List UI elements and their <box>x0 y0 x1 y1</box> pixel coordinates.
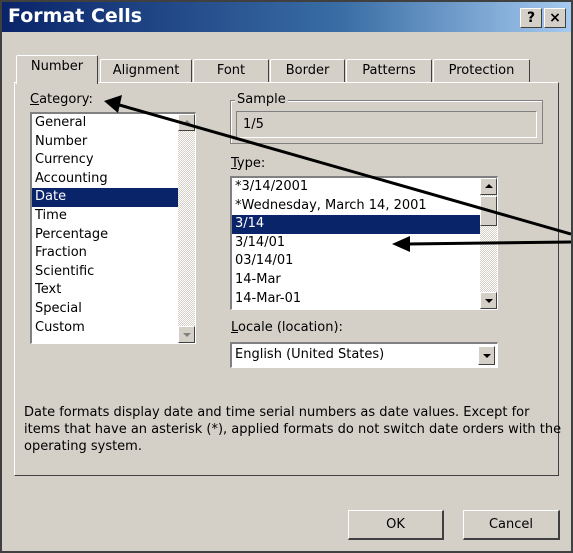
list-item[interactable]: 03/14/01 <box>232 252 497 271</box>
category-label: Category: <box>30 92 93 107</box>
type-listbox[interactable]: *3/14/2001 *Wednesday, March 14, 2001 3/14… <box>230 176 498 310</box>
chevron-down-icon <box>483 354 491 358</box>
scroll-up-button[interactable] <box>480 178 497 195</box>
title-bar[interactable]: Format Cells ? × <box>2 2 571 32</box>
close-button[interactable]: × <box>544 8 566 28</box>
list-item[interactable]: *Wednesday, March 14, 2001 <box>232 197 497 216</box>
list-item[interactable]: *3/14/2001 <box>232 178 497 197</box>
help-button[interactable]: ? <box>520 8 542 28</box>
list-item[interactable]: Accounting <box>32 170 195 189</box>
list-item[interactable]: Date <box>32 188 195 207</box>
chevron-down-icon <box>485 299 493 303</box>
scroll-down-button[interactable] <box>480 292 497 309</box>
scroll-up-button[interactable] <box>178 114 195 131</box>
tab-border[interactable]: Border <box>270 59 345 83</box>
list-item[interactable]: Currency <box>32 151 195 170</box>
cancel-button[interactable]: Cancel <box>463 510 560 540</box>
tab-alignment[interactable]: Alignment <box>100 59 192 83</box>
list-item[interactable]: General <box>32 114 195 133</box>
list-item[interactable]: 14-Mar-01 <box>232 290 497 309</box>
tab-font[interactable]: Font <box>193 59 269 83</box>
chevron-up-icon <box>183 120 191 124</box>
locale-value: English (United States) <box>235 347 385 362</box>
type-scrollbar[interactable] <box>480 178 497 309</box>
list-item[interactable]: 3/14 <box>232 215 497 234</box>
sample-label: Sample <box>235 92 288 107</box>
type-list: *3/14/2001 *Wednesday, March 14, 2001 3/14… <box>232 178 497 308</box>
list-item[interactable]: Scientific <box>32 263 195 282</box>
chevron-down-icon <box>183 333 191 337</box>
list-item[interactable]: Fraction <box>32 244 195 263</box>
list-item[interactable]: Special <box>32 300 195 319</box>
window-title: Format Cells <box>8 5 143 27</box>
dropdown-button[interactable] <box>478 346 495 365</box>
locale-label: Locale (location): <box>231 320 343 335</box>
format-description: Date formats display date and time seria… <box>24 405 562 454</box>
list-item[interactable]: Percentage <box>32 226 195 245</box>
tab-patterns[interactable]: Patterns <box>346 59 432 83</box>
list-item[interactable]: 14-Mar <box>232 271 497 290</box>
category-scrollbar[interactable] <box>178 114 195 343</box>
format-cells-dialog: Format Cells ? × Number Alignment Font B… <box>0 0 573 553</box>
list-item[interactable]: Text <box>32 281 195 300</box>
tab-number[interactable]: Number <box>16 55 98 84</box>
list-item[interactable]: Number <box>32 133 195 152</box>
list-item[interactable]: 3/14/01 <box>232 234 497 253</box>
ok-button[interactable]: OK <box>348 510 444 540</box>
locale-dropdown[interactable]: English (United States) <box>230 342 498 368</box>
category-listbox[interactable]: General Number Currency Accounting Date Time P… <box>30 112 196 344</box>
category-list: General Number Currency Accounting Date Time P… <box>32 114 195 337</box>
sample-value: 1/5 <box>236 111 537 138</box>
type-label: Type: <box>231 156 266 171</box>
list-item[interactable]: Custom <box>32 319 195 338</box>
scroll-thumb[interactable] <box>480 196 497 226</box>
tab-protection[interactable]: Protection <box>433 59 530 83</box>
list-item[interactable]: Time <box>32 207 195 226</box>
scroll-down-button[interactable] <box>178 326 195 343</box>
chevron-up-icon <box>485 184 493 188</box>
